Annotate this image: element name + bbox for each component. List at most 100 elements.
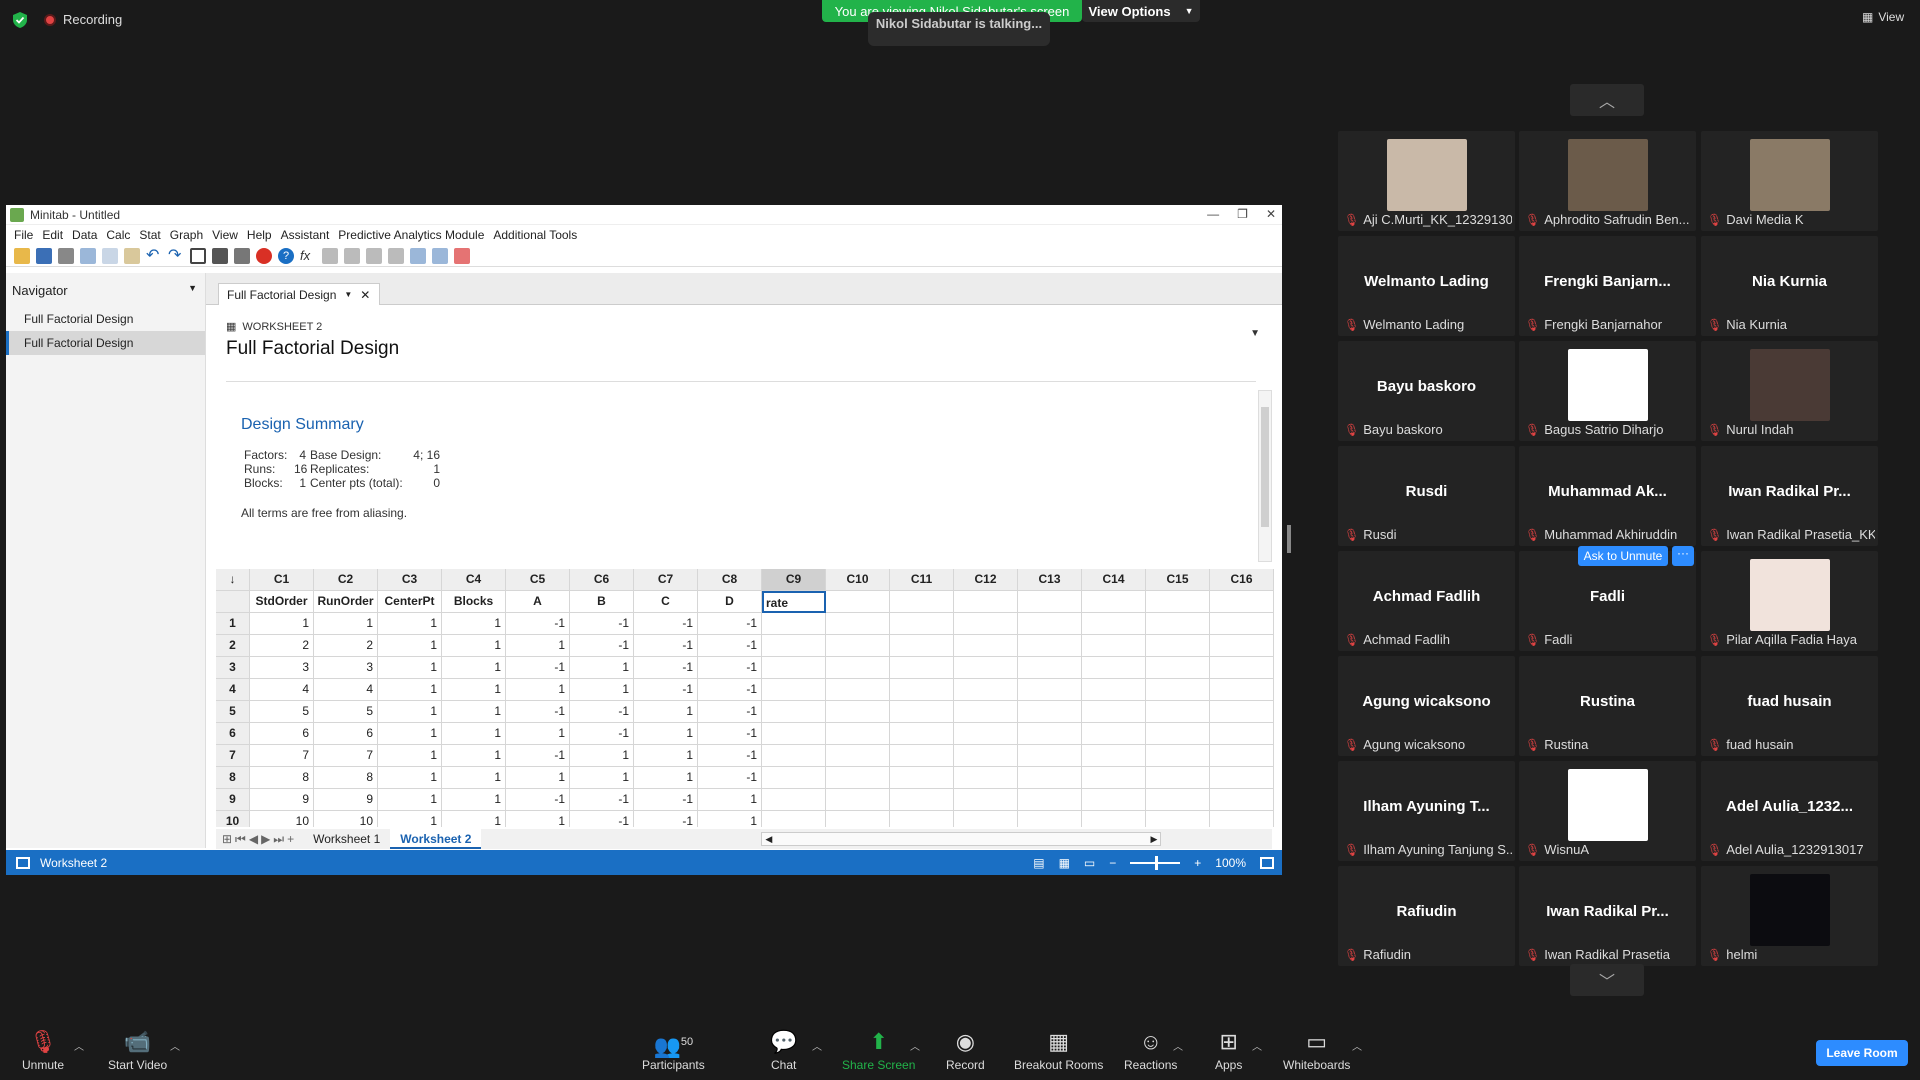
table-cell[interactable]: 10: [250, 811, 314, 827]
table-cell[interactable]: [1210, 789, 1274, 811]
column-header[interactable]: C16: [1210, 569, 1274, 591]
row-number[interactable]: 4: [216, 679, 250, 701]
table-cell[interactable]: 1: [378, 613, 442, 635]
sheet-tab-worksheet-1[interactable]: Worksheet 1: [303, 829, 390, 849]
participant-tile[interactable]: 🎙 helmi: [1701, 866, 1878, 966]
column-header[interactable]: C7: [634, 569, 698, 591]
table-cell[interactable]: -1: [698, 745, 762, 767]
table-cell[interactable]: [954, 723, 1018, 745]
zoom-out-icon[interactable]: −: [1109, 856, 1116, 870]
table-cell[interactable]: [762, 635, 826, 657]
row-number[interactable]: 5: [216, 701, 250, 723]
participant-tile[interactable]: Iwan Radikal Pr... 🎙 Iwan Radikal Prasetia…: [1701, 446, 1878, 546]
menu-view[interactable]: View: [212, 228, 238, 242]
column-header[interactable]: C10: [826, 569, 890, 591]
column-name-cell[interactable]: CenterPt: [378, 591, 442, 613]
find-icon[interactable]: [212, 247, 228, 264]
table-cell[interactable]: [890, 789, 954, 811]
table-cell[interactable]: [762, 745, 826, 767]
sheet-tab-worksheet-2[interactable]: Worksheet 2: [390, 829, 482, 849]
column-name-cell[interactable]: [1018, 591, 1082, 613]
table-cell[interactable]: 8: [250, 767, 314, 789]
table-cell[interactable]: [890, 657, 954, 679]
graph-tool-4-icon[interactable]: [388, 247, 404, 264]
split-view-icon[interactable]: ▭: [1084, 856, 1095, 870]
table-cell[interactable]: [826, 767, 890, 789]
table-cell[interactable]: [1210, 635, 1274, 657]
table-cell[interactable]: 1: [698, 789, 762, 811]
table-cell[interactable]: 1: [250, 613, 314, 635]
table-cell[interactable]: 1: [378, 657, 442, 679]
table-cell[interactable]: [762, 767, 826, 789]
table-cell[interactable]: 1: [442, 811, 506, 827]
fullscreen-icon[interactable]: [1260, 856, 1274, 869]
unmute-button[interactable]: 🎙 Unmute: [22, 1030, 64, 1073]
chat-button[interactable]: 💬 Chat: [770, 1030, 797, 1073]
graph-tool-1-icon[interactable]: [322, 247, 338, 264]
table-cell[interactable]: [1210, 657, 1274, 679]
view-button[interactable]: ▦ View: [1862, 10, 1904, 24]
row-number[interactable]: 7: [216, 745, 250, 767]
navigator-item[interactable]: Full Factorial Design: [6, 307, 205, 331]
more-options-button[interactable]: ···: [1672, 546, 1694, 566]
table-cell[interactable]: [890, 767, 954, 789]
table-cell[interactable]: [1210, 679, 1274, 701]
table-cell[interactable]: [890, 679, 954, 701]
table-cell[interactable]: 6: [314, 723, 378, 745]
redo-icon[interactable]: ↷: [168, 247, 184, 264]
table-cell[interactable]: [762, 811, 826, 827]
table-cell[interactable]: [1146, 679, 1210, 701]
participant-tile[interactable]: Muhammad Ak... 🎙 Muhammad Akhiruddin: [1519, 446, 1696, 546]
table-cell[interactable]: [1018, 789, 1082, 811]
table-cell[interactable]: [1210, 701, 1274, 723]
table-cell[interactable]: [1146, 723, 1210, 745]
menu-predictive[interactable]: Predictive Analytics Module: [338, 228, 484, 242]
row-number[interactable]: 6: [216, 723, 250, 745]
row-number[interactable]: 2: [216, 635, 250, 657]
menu-additional-tools[interactable]: Additional Tools: [493, 228, 577, 242]
table-cell[interactable]: 1: [378, 723, 442, 745]
undo-icon[interactable]: ↶: [146, 247, 162, 264]
table-cell[interactable]: 8: [314, 767, 378, 789]
table-cell[interactable]: [954, 811, 1018, 827]
table-cell[interactable]: [954, 767, 1018, 789]
window-icon[interactable]: [190, 247, 206, 264]
security-shield-icon[interactable]: [12, 11, 28, 29]
table-cell[interactable]: 2: [250, 635, 314, 657]
menu-stat[interactable]: Stat: [139, 228, 160, 242]
table-cell[interactable]: -1: [570, 811, 634, 827]
table-cell[interactable]: [762, 679, 826, 701]
table-cell[interactable]: 1: [634, 723, 698, 745]
table-cell[interactable]: [762, 657, 826, 679]
table-cell[interactable]: [954, 635, 1018, 657]
table-cell[interactable]: 5: [250, 701, 314, 723]
table-cell[interactable]: 4: [314, 679, 378, 701]
column-header[interactable]: C11: [890, 569, 954, 591]
participant-tile[interactable]: 🎙 Davi Media K: [1701, 131, 1878, 231]
table-cell[interactable]: [1018, 657, 1082, 679]
participant-tile[interactable]: 🎙 Aphrodito Safrudin Ben...: [1519, 131, 1696, 231]
table-cell[interactable]: [1082, 745, 1146, 767]
table-cell[interactable]: [1018, 811, 1082, 827]
table-cell[interactable]: 1: [442, 767, 506, 789]
scroll-thumb[interactable]: [1261, 407, 1269, 527]
column-name-cell[interactable]: B: [570, 591, 634, 613]
table-cell[interactable]: 7: [314, 745, 378, 767]
row-number[interactable]: 3: [216, 657, 250, 679]
worksheet-view-icon[interactable]: ▦: [1059, 856, 1070, 870]
breakout-rooms-button[interactable]: ▦ Breakout Rooms: [1014, 1030, 1103, 1073]
leave-room-button[interactable]: Leave Room: [1816, 1040, 1908, 1066]
whiteboards-button[interactable]: ▭ Whiteboards: [1283, 1030, 1350, 1073]
share-screen-button[interactable]: ⬆ Share Screen: [842, 1030, 915, 1073]
menu-help[interactable]: Help: [247, 228, 272, 242]
table-cell[interactable]: 1: [442, 635, 506, 657]
graph-tool-5-icon[interactable]: [410, 247, 426, 264]
resize-handle[interactable]: [1287, 525, 1291, 553]
grid-corner[interactable]: ↓: [216, 569, 250, 591]
table-cell[interactable]: -1: [570, 789, 634, 811]
table-cell[interactable]: -1: [634, 613, 698, 635]
column-name-cell[interactable]: [1146, 591, 1210, 613]
table-cell[interactable]: 1: [378, 745, 442, 767]
column-name-cell[interactable]: [826, 591, 890, 613]
tab-full-factorial-design[interactable]: Full Factorial Design ▼ ✕: [218, 283, 380, 305]
